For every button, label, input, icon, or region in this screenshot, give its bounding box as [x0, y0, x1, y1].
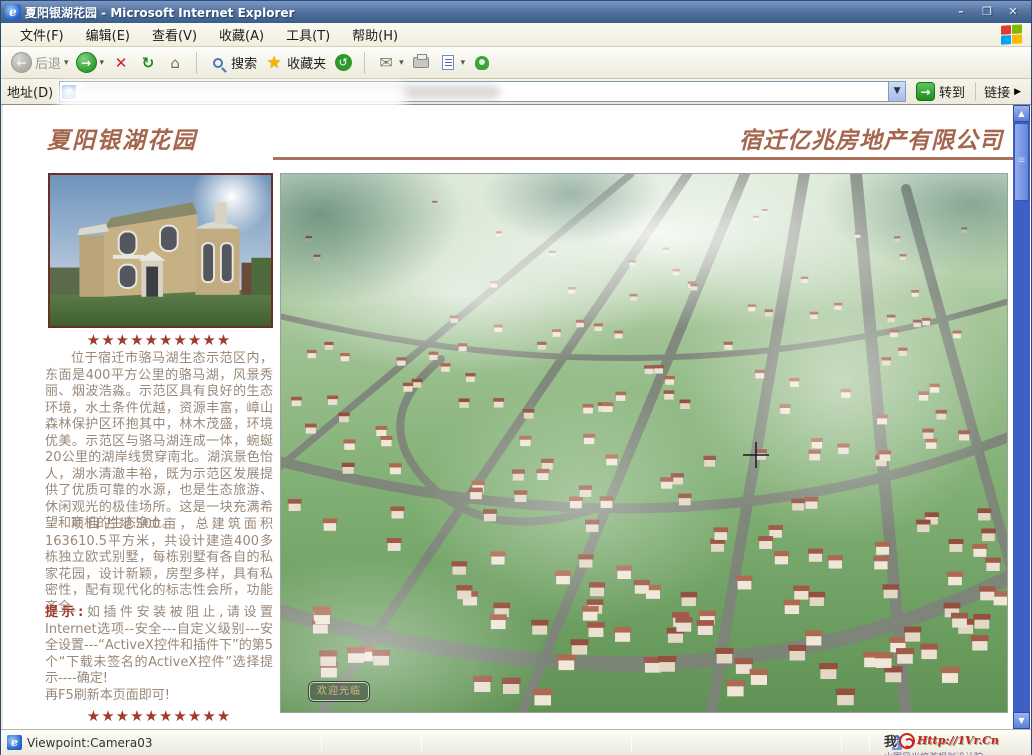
- links-expand-icon: ▶: [1014, 87, 1021, 97]
- address-label: 地址(D): [7, 82, 53, 101]
- site-watermark: 我 Http://1Vr.Cn 山围风光旅游规划设计院: [884, 731, 1029, 755]
- standard-toolbar: ← 后退 ▾ → ▾ ✕ ↻ ⌂ 搜索 ★ 收藏夹 ↺ ✉ ▾ ▾: [1, 47, 1031, 79]
- edit-page-icon: [442, 55, 454, 70]
- vertical-scrollbar[interactable]: ▲ ▼: [1013, 105, 1030, 729]
- plugin-tip: 提示:如插件安装被阻止,请设置Internet选项--安全---自定义级别---…: [45, 605, 273, 704]
- stars-divider-bottom: ★★★★★★★★★★: [45, 707, 273, 725]
- menu-bar: 文件(F) 编辑(E) 查看(V) 收藏(A) 工具(T) 帮助(H): [1, 23, 1031, 47]
- stop-button[interactable]: ✕: [111, 53, 131, 73]
- toolbar-separator: [364, 52, 365, 74]
- menu-help[interactable]: 帮助(H): [341, 22, 409, 47]
- back-dropdown-icon[interactable]: ▾: [64, 58, 69, 68]
- messenger-button[interactable]: [472, 53, 492, 73]
- messenger-icon: [475, 56, 489, 70]
- favorites-button[interactable]: ★ 收藏夹: [264, 53, 326, 73]
- company-title: 宿迁亿兆房地产有限公司: [739, 121, 1003, 155]
- home-button[interactable]: ⌂: [165, 53, 185, 73]
- go-arrow-icon: →: [916, 82, 935, 101]
- vrml-3d-viewport[interactable]: 欢迎光临: [280, 173, 1008, 713]
- status-bar: e Viewpoint:Camera03: [1, 729, 1031, 755]
- watermark-url: Http://1Vr.Cn: [917, 734, 999, 747]
- page-content: 夏阳银湖花园 宿迁亿兆房地产有限公司: [3, 105, 1031, 729]
- description-paragraph-1: 位于宿迁市骆马湖生态示范区内，东面是400平方公里的骆马湖，风景秀丽、烟波浩淼。…: [45, 351, 273, 533]
- close-button[interactable]: ✕: [1005, 5, 1021, 19]
- watermark-subtext: 山围风光旅游规划设计院: [884, 750, 1029, 755]
- stars-divider-top: ★★★★★★★★★★: [45, 331, 273, 349]
- address-dropdown-button[interactable]: ▼: [888, 82, 905, 101]
- url-blur-overlay: [56, 83, 406, 109]
- history-button[interactable]: ↺: [333, 53, 353, 73]
- project-title: 夏阳银湖花园: [47, 121, 197, 155]
- go-button[interactable]: → 转到: [912, 82, 969, 101]
- favorites-star-icon: ★: [264, 53, 284, 73]
- print-button[interactable]: [411, 53, 431, 73]
- welcome-overlay-button[interactable]: 欢迎光临: [309, 682, 369, 701]
- title-rule: [273, 157, 1013, 160]
- menu-favorites[interactable]: 收藏(A): [208, 22, 275, 47]
- scroll-down-icon[interactable]: ▼: [1013, 712, 1030, 729]
- forward-button[interactable]: → ▾: [76, 52, 105, 73]
- scrollbar-thumb[interactable]: [1014, 123, 1029, 201]
- search-icon: [208, 53, 228, 73]
- menu-view[interactable]: 查看(V): [141, 22, 208, 47]
- viewpoint-status: Viewpoint:Camera03: [27, 736, 152, 750]
- toolbar-separator: [196, 52, 197, 74]
- browser-window: e 夏阳银湖花园 - Microsoft Internet Explorer –…: [0, 0, 1032, 754]
- maximize-button[interactable]: ❐: [979, 5, 995, 19]
- history-icon: ↺: [335, 54, 352, 71]
- watermark-logo-icon: [899, 733, 915, 749]
- refresh-button[interactable]: ↻: [138, 53, 158, 73]
- status-page-icon: e: [7, 735, 22, 750]
- forward-dropdown-icon[interactable]: ▾: [100, 58, 105, 68]
- title-bar[interactable]: e 夏阳银湖花园 - Microsoft Internet Explorer –…: [1, 1, 1031, 23]
- back-arrow-icon: ←: [11, 52, 32, 73]
- links-button[interactable]: 链接 ▶: [975, 82, 1025, 101]
- watermark-prefix: 我: [884, 731, 897, 750]
- scroll-up-icon[interactable]: ▲: [1013, 105, 1030, 122]
- windows-flag-icon: [1001, 24, 1023, 46]
- printer-icon: [413, 57, 429, 68]
- menu-edit[interactable]: 编辑(E): [75, 22, 141, 47]
- menu-tools[interactable]: 工具(T): [275, 22, 341, 47]
- forward-arrow-icon: →: [76, 52, 97, 73]
- ie-logo-icon: e: [5, 4, 21, 20]
- search-button[interactable]: 搜索: [208, 53, 257, 73]
- minimize-button[interactable]: –: [953, 5, 969, 19]
- villa-photo: [48, 173, 273, 328]
- mail-button[interactable]: ✉ ▾: [376, 53, 404, 73]
- edit-button[interactable]: ▾: [438, 53, 466, 73]
- menu-file[interactable]: 文件(F): [9, 22, 75, 47]
- window-title: 夏阳银湖花园 - Microsoft Internet Explorer: [25, 4, 953, 21]
- tip-label: 提示:: [45, 605, 83, 620]
- back-button[interactable]: ← 后退 ▾: [11, 52, 69, 73]
- description-paragraph-2: 项目占地500亩，总建筑面积163610.5平方米，共设计建造400多栋独立欧式…: [45, 517, 273, 616]
- mail-icon: ✉: [376, 53, 396, 73]
